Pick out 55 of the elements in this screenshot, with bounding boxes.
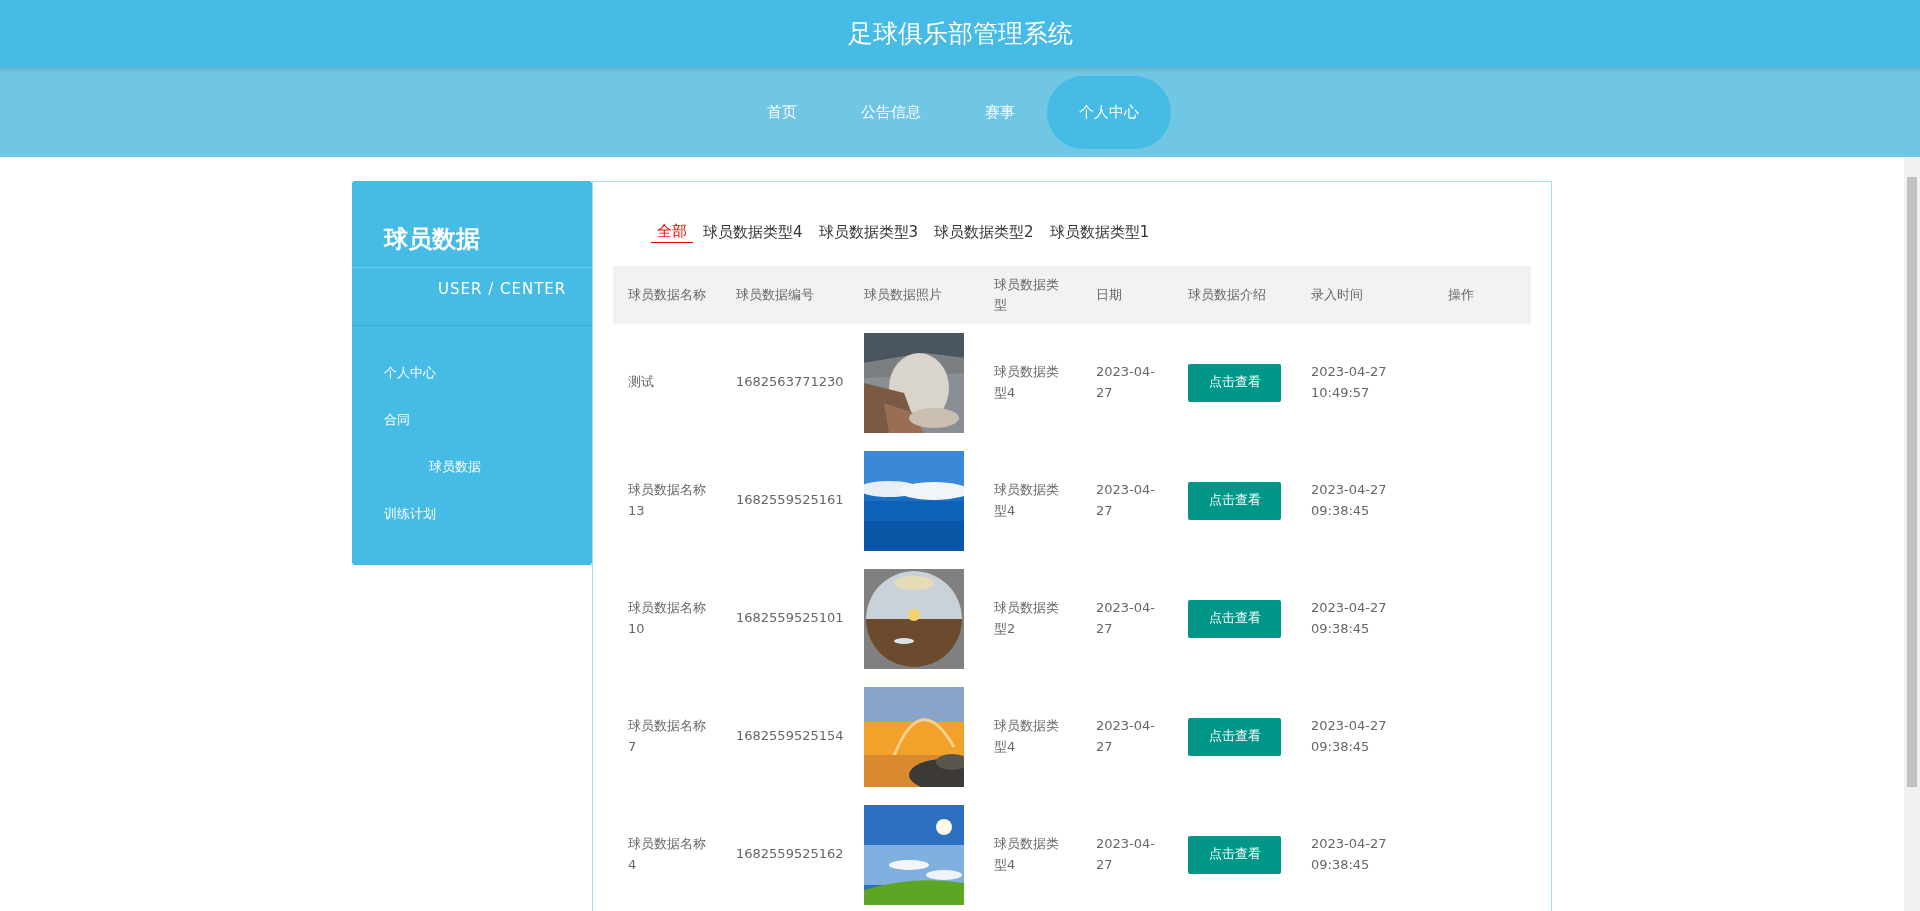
table-cell: 2023-04-27 09:38:45 (1311, 481, 1387, 518)
table-cell: 球员数据类型4 (994, 835, 1059, 872)
view-button[interactable]: 点击查看 (1188, 363, 1281, 402)
site-title: 足球俱乐部管理系统 (847, 17, 1073, 50)
column-header: 球员数据介绍 (1173, 265, 1296, 324)
table-cell: 球员数据类型4 (994, 717, 1059, 754)
filter-tab[interactable]: 全部 (651, 222, 693, 243)
table-cell: 球员数据类型2 (994, 599, 1059, 636)
table-cell: 2023-04-27 09:38:45 (1311, 717, 1387, 754)
table-cell: 2023-04-27 09:38:45 (1311, 599, 1387, 636)
column-header: 录入时间 (1296, 265, 1433, 324)
table-cell: 2023-04-27 (1096, 363, 1155, 400)
table-cell: 1682563771230 (736, 374, 844, 390)
table-cell: 1682559525101 (736, 610, 844, 626)
filter-tab[interactable]: 球员数据类型2 (928, 222, 1040, 243)
table-cell: 2023-04-27 09:38:45 (1311, 835, 1387, 872)
table-cell: 球员数据名称7 (628, 717, 706, 754)
column-header: 日期 (1081, 265, 1173, 324)
table-cell: 球员数据类型4 (994, 363, 1059, 400)
table-cell: 球员数据名称4 (628, 835, 706, 872)
column-header: 球员数据名称 (613, 265, 721, 324)
table-cell: 2023-04-27 (1096, 717, 1155, 754)
table-cell: 1682559525161 (736, 492, 844, 508)
table-cell: 2023-04-27 10:49:57 (1311, 363, 1387, 400)
view-button[interactable]: 点击查看 (1188, 481, 1281, 520)
view-button[interactable]: 点击查看 (1188, 835, 1281, 874)
filter-tab[interactable]: 球员数据类型1 (1043, 222, 1156, 243)
column-header: 球员数据编号 (721, 265, 849, 324)
nav-tab[interactable]: 首页 (734, 75, 829, 149)
table-cell: 球员数据名称13 (628, 481, 706, 518)
table-cell: 测试 (628, 374, 654, 390)
table-cell: 2023-04-27 (1096, 481, 1155, 518)
nav-tab[interactable]: 赛事 (952, 75, 1047, 149)
view-button[interactable]: 点击查看 (1188, 599, 1281, 638)
column-header: 操作 (1433, 265, 1531, 324)
nav-tab[interactable]: 个人中心 (1046, 75, 1171, 149)
sidebar-title: 球员数据 (352, 181, 592, 268)
nav-tab[interactable]: 公告信息 (828, 75, 953, 149)
column-header: 球员数据照片 (849, 265, 979, 324)
filter-tab[interactable]: 球员数据类型3 (812, 222, 925, 243)
scrollbar[interactable] (1904, 157, 1920, 911)
table-cell: 2023-04-27 (1096, 599, 1155, 636)
sidebar-item[interactable]: 训练计划 (352, 490, 568, 538)
table-cell: 1682559525154 (736, 728, 844, 744)
table-cell: 球员数据名称10 (628, 599, 706, 636)
table-cell: 1682559525162 (736, 846, 844, 862)
sidebar-item[interactable]: 个人中心 (352, 349, 568, 397)
table-cell: 2023-04-27 (1096, 835, 1155, 872)
view-button[interactable]: 点击查看 (1188, 717, 1281, 756)
table-cell: 球员数据类型4 (994, 481, 1059, 518)
sidebar-item[interactable]: 球员数据 (352, 443, 568, 491)
filter-tab[interactable]: 球员数据类型4 (697, 222, 809, 243)
sidebar-subtitle: USER / CENTER (438, 280, 567, 298)
sidebar-item[interactable]: 合同 (352, 396, 568, 444)
column-header: 球员数据类型 (979, 265, 1081, 324)
